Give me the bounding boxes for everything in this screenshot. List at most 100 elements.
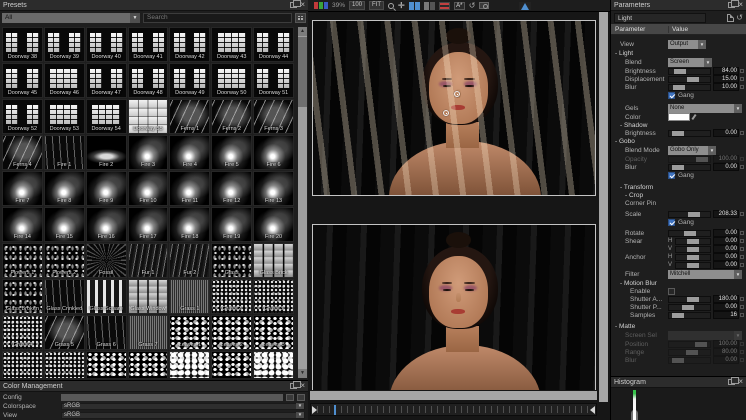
auto-key-icon[interactable]: A* [454,2,465,10]
preset-tile-doorway-49[interactable]: Doorway 49 [169,63,210,98]
float-panel-icon[interactable] [290,383,297,389]
blend-mode-dropdown[interactable]: Gobo Only▼ [668,146,716,155]
opacity-slider[interactable] [668,156,711,163]
param-slider[interactable] [675,262,711,269]
preset-tile-leaves-2[interactable]: Leaves 2 [211,315,252,350]
preset-tile-doorway-53[interactable]: Doorway 53 [44,99,85,134]
preset-tile-grass-6[interactable]: Grass 6 [86,315,127,350]
preset-tile-doorway-50[interactable]: Doorway 50 [211,63,252,98]
compare-views-icon[interactable] [409,2,420,10]
slider-thumb[interactable] [687,247,699,252]
reset-param-icon[interactable] [740,255,744,259]
reset-param-icon[interactable] [740,313,744,317]
timeline-out-marker[interactable] [590,406,595,414]
preset-tile-grass-1[interactable]: Grass 1 [169,279,210,314]
preset-tile-fire-9[interactable]: Fire 9 [86,171,127,206]
preset-tile-leaves-1[interactable]: Leaves 1 [169,315,210,350]
timeline[interactable] [310,403,597,416]
slider-thumb[interactable] [672,358,684,363]
rgb-channels-icon[interactable] [314,2,328,9]
preset-tile-leaves-4[interactable]: Leaves 4 [2,351,43,378]
preset-tile-fire-1[interactable]: Fire 1 [44,135,85,170]
rotate-value[interactable]: 0.00 [713,229,739,237]
preset-tile-glass-window[interactable]: Glass Window [128,279,169,314]
viewer-canvas[interactable] [308,12,598,390]
slider-thumb[interactable] [672,165,684,170]
snapshot-icon[interactable] [479,2,489,9]
rotate-slider[interactable] [668,230,711,237]
reset-parameters-icon[interactable]: ↺ [736,14,743,22]
slider-thumb[interactable] [696,157,708,162]
slider-thumb[interactable] [687,297,699,302]
single-view-icon[interactable] [424,2,435,10]
preset-tile-fire-14[interactable]: Fire 14 [2,207,43,242]
slider-thumb[interactable] [688,212,700,217]
anchor-slider[interactable] [675,254,711,261]
param-value[interactable]: 0.00 [713,261,739,269]
preset-tile-fire-20[interactable]: Fire 20 [253,207,294,242]
preset-tile-ferns-3[interactable]: Ferns 3 [253,99,294,134]
preset-tile-fire-10[interactable]: Fire 10 [128,171,169,206]
scale-value[interactable]: 208.33 [713,210,739,218]
anchor-value[interactable]: 0.00 [713,253,739,261]
gang-checkbox[interactable] [668,219,675,226]
preset-tile-leaves-8[interactable]: Leaves 8 [169,351,210,378]
samples-slider[interactable] [668,312,711,319]
slider-thumb[interactable] [687,263,699,268]
slider-thumb[interactable] [687,77,699,82]
preset-tile-ferns-4[interactable]: Ferns 4 [2,135,43,170]
scroll-up-icon[interactable]: ▲ [298,27,307,36]
preset-tile-doorway-54[interactable]: Doorway 54 [86,99,127,134]
preset-tile-doorway-46[interactable]: Doorway 46 [44,63,85,98]
config-field[interactable] [61,394,283,401]
preset-tile-glass-crinkled[interactable]: Glass Crinkled [44,279,85,314]
gels-dropdown[interactable]: None▼ [668,104,742,113]
reset-param-icon[interactable] [740,69,744,73]
reset-param-icon[interactable] [740,358,744,362]
preset-tile-fire-15[interactable]: Fire 15 [44,207,85,242]
scrollbar-thumb[interactable] [298,37,307,107]
preset-tile-doorway-42[interactable]: Doorway 42 [169,27,210,62]
blend-dropdown[interactable]: Screen▼ [668,58,712,67]
preset-tile-doorway-51[interactable]: Doorway 51 [253,63,294,98]
preset-tile-doorway-55[interactable]: Doorway 55 [128,99,169,134]
preset-tile-glass[interactable]: Glass [211,243,252,278]
blur-slider[interactable] [668,164,711,171]
gang-checkbox[interactable] [668,92,675,99]
reset-param-icon[interactable] [740,247,744,251]
shutter-p-value[interactable]: 0.00 [713,303,739,311]
preset-tile-grass-2[interactable]: Grass 2 [211,279,252,314]
preset-tile-ferns-2[interactable]: Ferns 2 [211,99,252,134]
preset-tile-grass-7[interactable]: Grass 7 [128,315,169,350]
float-panel-icon[interactable] [728,2,735,8]
preset-tile-fire-12[interactable]: Fire 12 [211,171,252,206]
viewer-vertical-scrollbar[interactable] [599,12,608,402]
reset-param-icon[interactable] [740,165,744,169]
preset-category-dropdown[interactable]: All ▼ [2,13,140,23]
preset-tile-leaves-10[interactable]: Leaves 10 [253,351,294,378]
slider-thumb[interactable] [687,255,699,260]
reset-param-icon[interactable] [740,350,744,354]
light-control-point[interactable] [443,110,449,116]
timeline-in-marker[interactable] [312,406,317,414]
preset-tile-doorway-52[interactable]: Doorway 52 [2,99,43,134]
reset-param-icon[interactable] [740,85,744,89]
float-panel-icon[interactable] [728,379,735,385]
viewer-image-output[interactable] [312,20,596,196]
param-slider[interactable] [675,246,711,253]
preset-tile-fire-17[interactable]: Fire 17 [128,207,169,242]
reset-param-icon[interactable] [740,212,744,216]
refresh-icon[interactable]: ↺ [469,2,476,10]
slider-thumb[interactable] [672,131,684,136]
preset-tile-leaves-7[interactable]: Leaves 7 [128,351,169,378]
preset-tile-fire-6[interactable]: Fire 6 [253,135,294,170]
reset-param-icon[interactable] [740,157,744,161]
reset-param-icon[interactable] [740,297,744,301]
brightness-slider[interactable] [668,130,711,137]
position-slider[interactable] [668,341,711,348]
view-dropdown[interactable]: sRGB ▼ [61,412,305,419]
param-value[interactable]: 0.00 [713,245,739,253]
viewer-image-source[interactable] [312,224,596,390]
preset-tile-leaves-9[interactable]: Leaves 9 [211,351,252,378]
zoom-fit-button[interactable]: FIT [369,1,384,10]
